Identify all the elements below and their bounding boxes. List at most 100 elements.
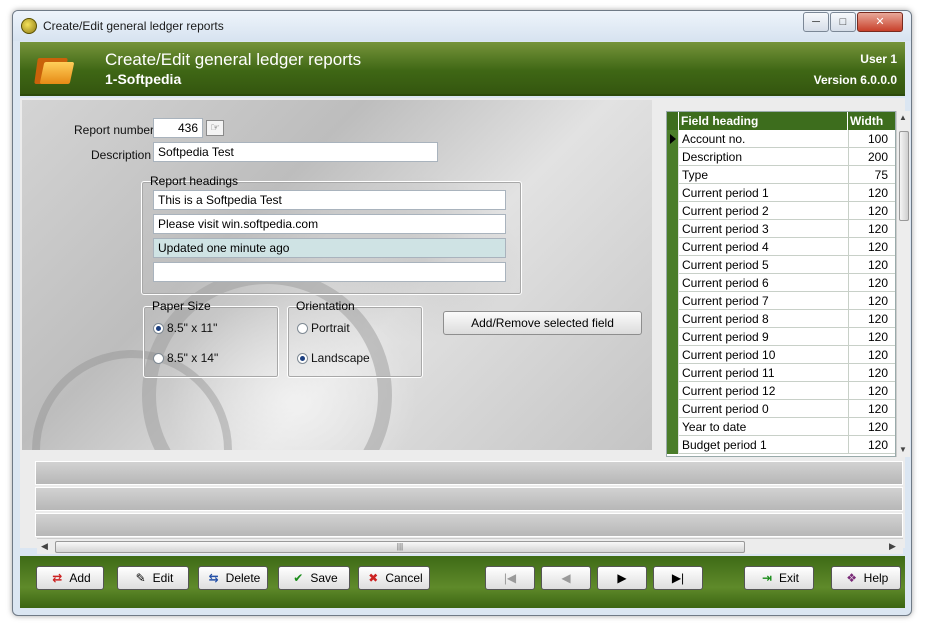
table-row[interactable]: Current period 5 120 — [667, 256, 895, 274]
table-row[interactable]: Budget period 1 120 — [667, 436, 895, 454]
scroll-up-icon[interactable]: ▲ — [899, 113, 907, 122]
field-heading-cell[interactable]: Description — [682, 150, 742, 164]
paper-size-legal-label[interactable]: 8.5" x 14" — [167, 351, 218, 365]
table-row[interactable]: Current period 4 120 — [667, 238, 895, 256]
last-record-button[interactable]: ▶| — [653, 566, 703, 590]
field-heading-cell[interactable]: Current period 1 — [682, 186, 769, 200]
table-row[interactable]: Current period 7 120 — [667, 292, 895, 310]
field-heading-cell[interactable]: Current period 2 — [682, 204, 769, 218]
field-heading-cell[interactable]: Current period 7 — [682, 294, 769, 308]
row-indicator[interactable] — [667, 346, 679, 364]
width-cell[interactable]: 75 — [848, 166, 890, 184]
previous-record-button[interactable]: ◀ — [541, 566, 591, 590]
table-row[interactable]: Year to date 120 — [667, 418, 895, 436]
table-row[interactable]: Current period 8 120 — [667, 310, 895, 328]
heading-line-3[interactable]: Updated one minute ago — [153, 238, 506, 258]
table-row[interactable]: Current period 3 120 — [667, 220, 895, 238]
scroll-down-icon[interactable]: ▼ — [899, 445, 907, 454]
cancel-button[interactable]: ✖ Cancel — [358, 566, 430, 590]
row-indicator[interactable] — [667, 364, 679, 382]
row-indicator[interactable] — [667, 148, 679, 166]
orientation-landscape-label[interactable]: Landscape — [311, 351, 370, 365]
width-cell[interactable]: 120 — [848, 238, 890, 256]
width-cell[interactable]: 100 — [848, 130, 890, 148]
save-button[interactable]: ✔ Save — [278, 566, 350, 590]
field-heading-cell[interactable]: Current period 3 — [682, 222, 769, 236]
current-row-indicator-icon[interactable] — [667, 130, 679, 148]
horizontal-scrollbar[interactable]: ◀ ||| ▶ — [37, 538, 903, 554]
row-indicator[interactable] — [667, 256, 679, 274]
row-indicator[interactable] — [667, 202, 679, 220]
row-indicator[interactable] — [667, 382, 679, 400]
table-row[interactable]: Type 75 — [667, 166, 895, 184]
row-indicator[interactable] — [667, 274, 679, 292]
width-cell[interactable]: 120 — [848, 418, 890, 436]
scroll-left-icon[interactable]: ◀ — [41, 541, 48, 552]
field-heading-cell[interactable]: Current period 9 — [682, 330, 769, 344]
width-cell[interactable]: 120 — [848, 184, 890, 202]
row-indicator[interactable] — [667, 328, 679, 346]
width-cell[interactable]: 120 — [848, 274, 890, 292]
paper-size-letter-label[interactable]: 8.5" x 11" — [167, 321, 217, 335]
orientation-portrait-label[interactable]: Portrait — [311, 321, 350, 335]
table-row[interactable]: Current period 1 120 — [667, 184, 895, 202]
table-row[interactable]: Description 200 — [667, 148, 895, 166]
description-field[interactable]: Softpedia Test — [153, 142, 438, 162]
lookup-icon[interactable]: ☞ — [206, 120, 224, 136]
help-button[interactable]: ❖ Help — [831, 566, 901, 590]
heading-line-4[interactable] — [153, 262, 506, 282]
first-record-button[interactable]: |◀ — [485, 566, 535, 590]
width-cell[interactable]: 120 — [848, 346, 890, 364]
heading-line-1[interactable]: This is a Softpedia Test — [153, 190, 506, 210]
edit-button[interactable]: ✎ Edit — [117, 566, 189, 590]
row-indicator[interactable] — [667, 184, 679, 202]
row-indicator[interactable] — [667, 310, 679, 328]
row-indicator[interactable] — [667, 292, 679, 310]
table-row[interactable]: Account no. 100 — [667, 130, 895, 148]
table-row[interactable]: Current period 10 120 — [667, 346, 895, 364]
row-indicator[interactable] — [667, 238, 679, 256]
add-remove-field-button[interactable]: Add/Remove selected field — [443, 311, 642, 335]
table-row[interactable]: Current period 11 120 — [667, 364, 895, 382]
width-cell[interactable]: 120 — [848, 220, 890, 238]
field-heading-cell[interactable]: Current period 0 — [682, 402, 769, 416]
scroll-right-icon[interactable]: ▶ — [889, 541, 896, 552]
row-indicator[interactable] — [667, 400, 679, 418]
column-width[interactable]: Width — [850, 114, 883, 128]
width-cell[interactable]: 120 — [848, 310, 890, 328]
width-cell[interactable]: 120 — [848, 364, 890, 382]
maximize-button[interactable]: □ — [830, 12, 856, 32]
table-row[interactable]: Current period 0 120 — [667, 400, 895, 418]
report-number-field[interactable]: 436 — [153, 118, 203, 138]
field-heading-cell[interactable]: Current period 10 — [682, 348, 775, 362]
field-heading-cell[interactable]: Current period 8 — [682, 312, 769, 326]
column-field-heading[interactable]: Field heading — [681, 114, 758, 128]
width-cell[interactable]: 120 — [848, 400, 890, 418]
orientation-landscape-radio[interactable] — [297, 353, 308, 364]
field-heading-cell[interactable]: Current period 11 — [682, 366, 775, 380]
field-heading-cell[interactable]: Account no. — [682, 132, 745, 146]
width-cell[interactable]: 200 — [848, 148, 890, 166]
field-heading-cell[interactable]: Current period 6 — [682, 276, 769, 290]
table-row[interactable]: Current period 9 120 — [667, 328, 895, 346]
row-indicator[interactable] — [667, 436, 679, 454]
width-cell[interactable]: 120 — [848, 292, 890, 310]
width-cell[interactable]: 120 — [848, 202, 890, 220]
paper-size-legal-radio[interactable] — [153, 353, 164, 364]
close-button[interactable]: ✕ — [857, 12, 903, 32]
exit-button[interactable]: ⇥ Exit — [744, 566, 814, 590]
fields-grid[interactable]: Field heading Width Account no. 100 Descri… — [666, 111, 896, 457]
table-row[interactable]: Current period 12 120 — [667, 382, 895, 400]
field-heading-cell[interactable]: Budget period 1 — [682, 438, 767, 452]
width-cell[interactable]: 120 — [848, 328, 890, 346]
table-row[interactable]: Current period 6 120 — [667, 274, 895, 292]
field-heading-cell[interactable]: Current period 12 — [682, 384, 775, 398]
title-bar[interactable]: Create/Edit general ledger reports ─ □ ✕ — [13, 11, 911, 41]
field-heading-cell[interactable]: Current period 4 — [682, 240, 769, 254]
field-heading-cell[interactable]: Year to date — [682, 420, 746, 434]
width-cell[interactable]: 120 — [848, 436, 890, 454]
heading-line-2[interactable]: Please visit win.softpedia.com — [153, 214, 506, 234]
table-row[interactable]: Current period 2 120 — [667, 202, 895, 220]
minimize-button[interactable]: ─ — [803, 12, 829, 32]
scroll-thumb[interactable] — [899, 131, 909, 221]
